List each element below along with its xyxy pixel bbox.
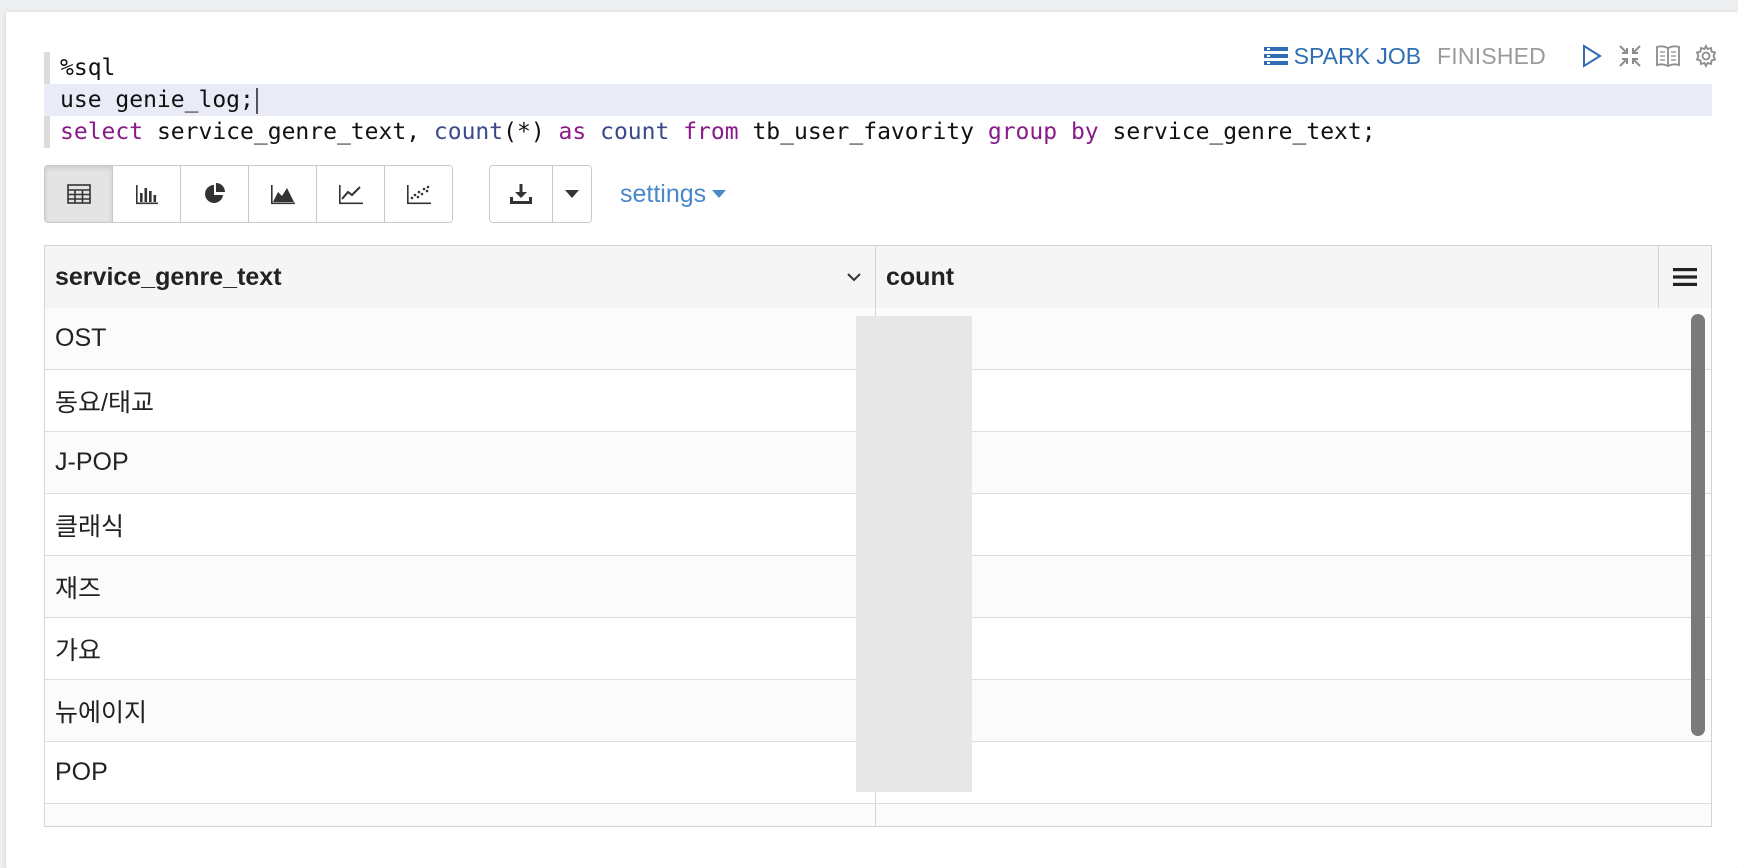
- menu-icon: [1673, 268, 1697, 286]
- sql-keyword: by: [1070, 119, 1099, 145]
- code-line-1: %sql: [44, 52, 1712, 84]
- sql-keyword: as: [558, 119, 587, 145]
- code-line-3: select service_genre_text, count(*) as c…: [44, 116, 1712, 148]
- genre-cell: 뉴에이지: [55, 698, 148, 727]
- sql-keyword: group: [987, 119, 1058, 145]
- redacted-region: [856, 316, 972, 792]
- sql-identifier: tb_user_favority: [738, 119, 988, 145]
- genre-cell: 동요/태교: [55, 388, 154, 417]
- sql-text: (*): [503, 119, 559, 145]
- pie-chart-icon: [204, 183, 225, 203]
- caret-down-icon: [712, 190, 727, 198]
- settings-dropdown[interactable]: settings: [620, 179, 727, 209]
- code-line-1-text: %sql: [60, 55, 116, 81]
- sql-identifier: service_genre_text;: [1098, 119, 1376, 145]
- column-header-service-genre-text[interactable]: service_genre_text: [45, 246, 875, 308]
- table-header: service_genre_text count: [45, 246, 1711, 309]
- sql-identifier: service_genre_text,: [143, 119, 434, 145]
- genre-cell: 가요: [55, 636, 102, 665]
- bar-chart-icon: [135, 185, 158, 205]
- genre-cell: 클래식: [55, 512, 125, 541]
- text-cursor: [255, 87, 258, 114]
- count-cell: [875, 804, 1711, 826]
- download-icon: [510, 184, 532, 204]
- area-chart-icon: [270, 185, 295, 205]
- settings-label: settings: [620, 179, 707, 208]
- count-cell: 7: [875, 308, 1711, 369]
- line-chart-view-button[interactable]: [317, 166, 385, 222]
- download-button-group: [489, 165, 592, 223]
- genre-cell: OST: [55, 324, 107, 352]
- count-cell: 1: [875, 618, 1711, 679]
- count-cell: 4: [875, 370, 1711, 431]
- scatter-chart-icon: [406, 185, 431, 205]
- genre-cell: J-POP: [55, 448, 129, 476]
- chevron-down-icon[interactable]: [845, 268, 863, 286]
- count-cell: 1: [875, 494, 1711, 555]
- genre-cell: POP: [55, 758, 108, 786]
- count-cell: 5: [875, 556, 1711, 617]
- download-options-button[interactable]: [553, 166, 591, 222]
- sql-keyword: select: [60, 119, 144, 145]
- sql-function: count: [600, 119, 670, 145]
- sql-function: count: [433, 119, 504, 145]
- sql-keyword: from: [683, 119, 739, 145]
- scatter-chart-view-button[interactable]: [385, 166, 452, 222]
- area-chart-view-button[interactable]: [249, 166, 317, 222]
- column-header-label: service_genre_text: [55, 262, 282, 291]
- genre-cell: [45, 804, 875, 826]
- column-header-label: count: [886, 262, 955, 291]
- table-icon: [66, 184, 91, 204]
- table-row-partial[interactable]: [45, 804, 1711, 826]
- count-cell: 8: [875, 680, 1711, 741]
- code-editor[interactable]: %sql use genie_log; select service_genre…: [44, 52, 1712, 148]
- bar-chart-view-button[interactable]: [113, 166, 181, 222]
- grid-menu-button[interactable]: [1658, 246, 1711, 308]
- code-line-2: use genie_log;: [44, 84, 1712, 116]
- visualization-toolbar: settings: [44, 164, 727, 224]
- caret-down-icon: [565, 190, 579, 198]
- table-view-button[interactable]: [45, 166, 113, 222]
- count-cell: 1: [875, 742, 1711, 803]
- line-chart-icon: [338, 185, 363, 205]
- count-cell: 5: [875, 432, 1711, 493]
- genre-cell: 재즈: [55, 574, 102, 603]
- column-header-count[interactable]: count: [875, 246, 1711, 308]
- download-button[interactable]: [490, 166, 553, 222]
- vertical-scrollbar[interactable]: [1691, 314, 1705, 736]
- view-button-group: [44, 165, 453, 223]
- code-line-2-text: use genie_log;: [60, 87, 254, 113]
- pie-chart-view-button[interactable]: [181, 166, 249, 222]
